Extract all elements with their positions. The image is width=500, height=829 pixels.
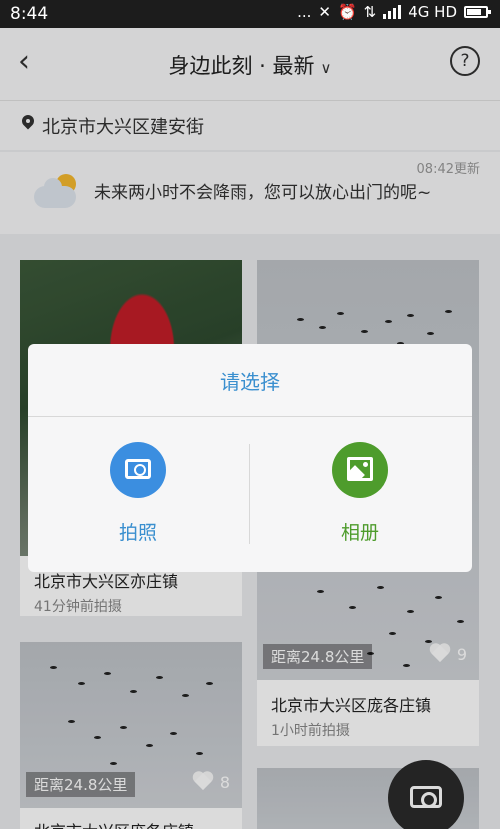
take-photo-label: 拍照	[118, 522, 157, 544]
choose-source-dialog: 请选择 拍照 相册	[28, 344, 472, 572]
signal-icon	[383, 5, 402, 19]
status-icons: ... ✕ ⏰ ⇅ 4G HD	[297, 3, 491, 21]
network-type: 4G HD	[408, 3, 457, 21]
divider	[28, 416, 472, 417]
alarm-icon: ⏰	[337, 3, 357, 21]
dialog-title: 请选择	[220, 370, 280, 394]
notification-dots: ...	[297, 3, 312, 21]
status-time: 8:44	[10, 4, 49, 24]
status-bar: 8:44 ... ✕ ⏰ ⇅ 4G HD	[0, 0, 500, 28]
take-photo-option[interactable]: 拍照	[38, 442, 238, 552]
camera-icon	[110, 442, 166, 498]
divider	[249, 444, 250, 544]
mute-icon: ✕	[318, 3, 331, 21]
album-option[interactable]: 相册	[260, 442, 460, 552]
battery-icon	[464, 6, 491, 18]
data-arrows-icon: ⇅	[363, 3, 377, 21]
album-label: 相册	[340, 522, 379, 544]
album-icon	[332, 442, 388, 498]
